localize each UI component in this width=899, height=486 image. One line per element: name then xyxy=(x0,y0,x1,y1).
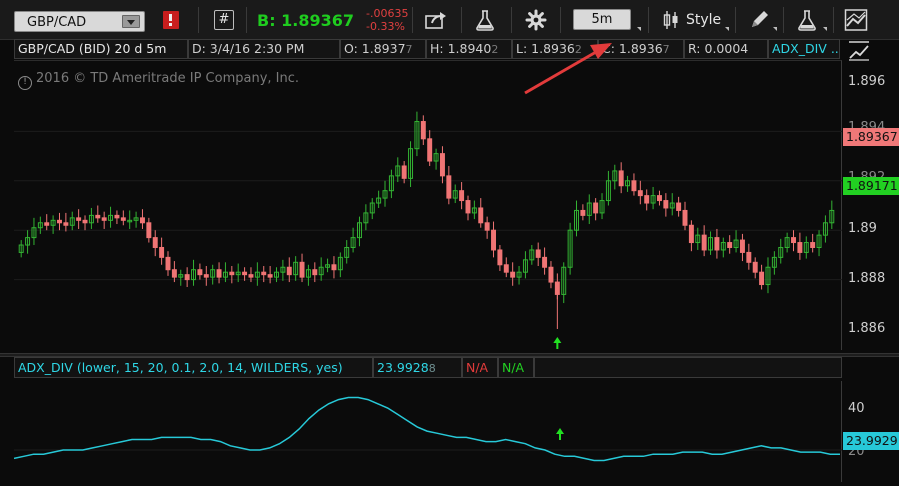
candle-body xyxy=(216,269,222,278)
candle-body xyxy=(676,202,682,211)
adx-series-line xyxy=(14,396,840,462)
candle-body xyxy=(114,214,120,219)
minus-di-value: N/A xyxy=(498,357,534,378)
candle-body xyxy=(427,138,433,162)
candle-body xyxy=(76,217,82,221)
candle-body xyxy=(554,281,560,295)
candle-body xyxy=(312,269,318,276)
candle-body xyxy=(663,200,669,209)
adx-line xyxy=(14,396,842,462)
candle-body xyxy=(248,274,254,278)
candle-body xyxy=(63,222,69,226)
plus-di-value: N/A xyxy=(462,357,498,378)
adx-tick-40: 40 xyxy=(848,401,865,416)
adx-value-tag: 23.9929 xyxy=(843,432,899,450)
candle-body xyxy=(101,217,107,221)
candle-body xyxy=(491,229,496,251)
candle-body xyxy=(739,239,745,253)
candle-body xyxy=(120,217,126,221)
candle-body xyxy=(503,264,509,273)
last-price-tag: 1.89367 xyxy=(843,128,899,146)
study-value: 23.99288 xyxy=(373,357,462,378)
candle-body xyxy=(331,264,337,271)
study-value-extra-digit: 8 xyxy=(428,362,436,375)
annotation-arrow xyxy=(524,43,612,95)
candle-body xyxy=(542,256,548,268)
candle-body xyxy=(203,274,209,278)
candle-body xyxy=(644,195,650,204)
candle-body xyxy=(746,251,752,263)
candle-body xyxy=(548,266,554,283)
candle-body xyxy=(420,121,426,140)
candle-body xyxy=(593,202,599,214)
candle-body xyxy=(446,175,452,199)
candle-body xyxy=(82,219,88,224)
y-tick-1888: 1.888 xyxy=(848,271,886,286)
study-label[interactable]: ADX_DIV (lower, 15, 20, 0.1, 2.0, 14, WI… xyxy=(14,357,373,378)
candle-body xyxy=(44,222,50,226)
candle-body xyxy=(797,242,803,253)
y-tick-1886: 1.886 xyxy=(848,321,886,336)
candle-body xyxy=(152,237,158,248)
candle-body xyxy=(714,237,720,251)
candle-body xyxy=(242,271,248,276)
candle-body xyxy=(688,224,694,244)
candle-body xyxy=(752,261,758,273)
candle-body xyxy=(656,195,662,202)
candle-body xyxy=(478,207,484,224)
adx-chart-area[interactable] xyxy=(14,381,842,482)
candle-body xyxy=(267,274,273,278)
candle-body xyxy=(631,180,637,192)
candle-body xyxy=(510,271,516,278)
candle-body xyxy=(171,269,177,278)
candle-body xyxy=(261,271,267,276)
candle-body xyxy=(299,261,305,278)
candle-body xyxy=(484,222,490,231)
candle-body xyxy=(286,266,292,276)
candle-body xyxy=(139,217,145,224)
candle-body xyxy=(682,209,688,226)
candle-body xyxy=(810,242,816,248)
candle-body xyxy=(165,256,171,271)
candle-body xyxy=(727,242,733,248)
candle-body xyxy=(497,249,503,266)
study-price-tag: 1.89171 xyxy=(843,177,899,195)
candle-body xyxy=(57,219,62,224)
candle-body xyxy=(439,153,445,177)
candle-body xyxy=(465,200,471,214)
candle-body xyxy=(95,214,101,219)
candle-body xyxy=(759,271,765,286)
candle-body xyxy=(701,234,707,251)
candle-body xyxy=(459,190,465,202)
candle-body xyxy=(618,170,624,187)
candle-body xyxy=(401,165,407,179)
candle-body xyxy=(184,274,190,281)
candle-body xyxy=(535,249,541,258)
candle-body xyxy=(637,190,643,197)
candle-body xyxy=(197,269,203,276)
candle-body xyxy=(159,246,165,258)
adx-signal-arrow xyxy=(556,428,564,440)
candle-body xyxy=(580,209,586,216)
candle-body xyxy=(229,271,235,276)
candle-body xyxy=(791,237,796,244)
study-value-main: 23.9928 xyxy=(377,360,429,375)
study-header-filler xyxy=(534,357,842,378)
buy-signal-arrow xyxy=(553,337,562,349)
y-tick-189: 1.89 xyxy=(848,221,877,236)
study-header: ADX_DIV (lower, 15, 20, 0.1, 2.0, 14, WI… xyxy=(14,357,842,379)
candle-body xyxy=(146,222,152,239)
